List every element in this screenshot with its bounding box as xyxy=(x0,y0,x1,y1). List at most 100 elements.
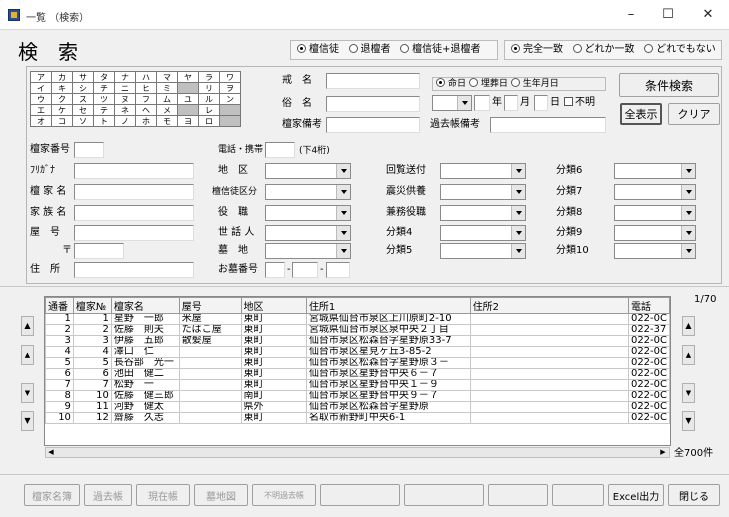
kana-button[interactable]: ト xyxy=(93,115,115,127)
column-header[interactable]: 地区 xyxy=(240,297,307,314)
table-row[interactable]: 5 5 長谷部 光一 東町 仙台市泉区松森台字星野原３－ 022-0C xyxy=(45,357,670,369)
tel-input[interactable] xyxy=(265,142,295,158)
kana-button[interactable]: ロ xyxy=(198,115,220,127)
bunrui10-select[interactable] xyxy=(614,243,696,259)
ohaka-no-input-2[interactable] xyxy=(292,262,318,278)
column-header[interactable]: 住所2 xyxy=(469,297,629,314)
yakushoku-select[interactable] xyxy=(265,205,351,221)
radio-meinichi[interactable]: 命日 xyxy=(436,78,466,89)
radio-both[interactable]: 檀信徒+退檀者 xyxy=(400,44,480,55)
column-header[interactable]: 電話 xyxy=(627,297,670,314)
danka-name-input[interactable] xyxy=(74,184,194,200)
right-next-button[interactable]: ▼ xyxy=(682,383,695,403)
kana-button[interactable]: オ xyxy=(30,115,52,127)
month-input[interactable] xyxy=(504,95,518,111)
first-page-button[interactable]: ▲ xyxy=(21,316,34,336)
kana-button[interactable]: サ xyxy=(72,71,94,83)
kana-button[interactable]: イ xyxy=(30,82,52,94)
kana-button[interactable]: ソ xyxy=(72,115,94,127)
radio-exact-match[interactable]: 完全一致 xyxy=(511,44,563,55)
bochizu-button[interactable]: 墓地図 xyxy=(194,484,248,506)
kaimyo-input[interactable] xyxy=(326,73,420,89)
kazoku-name-input[interactable] xyxy=(74,205,194,221)
show-all-button[interactable]: 全表示 xyxy=(620,103,662,125)
kana-button[interactable]: ユ xyxy=(177,93,199,105)
radio-taidansha[interactable]: 退檀者 xyxy=(348,44,391,55)
danka-biko-input[interactable] xyxy=(326,117,420,133)
kana-button[interactable]: ヒ xyxy=(135,82,157,94)
column-header[interactable]: 檀家名 xyxy=(110,297,180,314)
horizontal-scrollbar[interactable]: ◀ ▶ xyxy=(45,447,670,458)
genzaichou-button[interactable]: 現在帳 xyxy=(136,484,190,506)
chiku-select[interactable] xyxy=(265,163,351,179)
results-grid[interactable]: 通番 檀家№ 檀家名 屋号 地区 住所1 住所2 電話 1 1 星野 一郎 米屋 東町 宮城県仙台市泉区… xyxy=(44,296,671,446)
kana-button[interactable]: ン xyxy=(219,93,241,105)
kana-button[interactable]: モ xyxy=(156,115,178,127)
kairan-select[interactable] xyxy=(440,163,526,179)
yago-input[interactable] xyxy=(74,225,194,241)
radio-none-match[interactable]: どれでもない xyxy=(644,44,716,55)
blank-button-1[interactable] xyxy=(320,484,400,506)
kana-button[interactable]: ホ xyxy=(135,115,157,127)
year-input[interactable] xyxy=(474,95,490,111)
search-button[interactable]: 条件検索 xyxy=(619,73,719,97)
kana-button[interactable]: ナ xyxy=(114,71,136,83)
kenmu-select[interactable] xyxy=(440,205,526,221)
shinsai-select[interactable] xyxy=(440,184,526,200)
next-page-button[interactable]: ▼ xyxy=(21,383,34,403)
scroll-right-icon[interactable]: ▶ xyxy=(658,448,668,457)
kana-button[interactable]: ワ xyxy=(219,71,241,83)
bunrui8-select[interactable] xyxy=(614,205,696,221)
kana-button[interactable]: コ xyxy=(51,115,73,127)
danka-no-input[interactable] xyxy=(74,142,104,158)
column-header[interactable]: 檀家№ xyxy=(72,297,112,314)
kana-button[interactable]: マ xyxy=(156,71,178,83)
kana-button[interactable]: エ xyxy=(30,104,52,116)
table-row[interactable]: 9 11 河野 健太 県外 仙台市泉区松森台字星野原 022-0C xyxy=(45,401,670,413)
excel-export-button[interactable]: Excel出力 xyxy=(608,484,664,506)
table-row[interactable]: 1 1 星野 一郎 米屋 東町 宮城県仙台市泉区上川原町2-10 022-0C xyxy=(45,313,670,325)
kana-button[interactable]: ヤ xyxy=(177,71,199,83)
kana-button[interactable]: キ xyxy=(51,82,73,94)
kana-button[interactable]: フ xyxy=(135,93,157,105)
kana-button[interactable]: レ xyxy=(198,104,220,116)
kakochou-biko-input[interactable] xyxy=(490,117,606,133)
kana-button[interactable]: シ xyxy=(72,82,94,94)
kana-button[interactable]: ハ xyxy=(135,71,157,83)
kana-button[interactable]: ヌ xyxy=(114,93,136,105)
bunrui9-select[interactable] xyxy=(614,225,696,241)
right-last-button[interactable]: ▼ xyxy=(682,411,695,431)
kana-button[interactable]: ム xyxy=(156,93,178,105)
kana-button[interactable]: カ xyxy=(51,71,73,83)
kana-button[interactable]: リ xyxy=(198,82,220,94)
era-select[interactable] xyxy=(432,95,472,111)
scroll-left-icon[interactable]: ◀ xyxy=(46,448,56,457)
radio-birthday[interactable]: 生年月日 xyxy=(510,78,559,89)
kana-button[interactable]: ル xyxy=(198,93,220,105)
radio-danshinto[interactable]: 檀信徒 xyxy=(297,44,339,55)
table-row[interactable]: 2 2 佐藤 則夫 たばこ屋 東町 宮城県仙台市泉区泉中央２丁目 022-37 xyxy=(45,324,670,336)
table-row[interactable]: 6 6 池田 健二 東町 仙台市泉区星野台中央６－７ 022-0C xyxy=(45,368,670,380)
radio-maisoubi[interactable]: 埋葬日 xyxy=(468,78,508,89)
bunrui5-select[interactable] xyxy=(440,243,526,259)
column-header[interactable]: 通番 xyxy=(45,297,74,314)
kana-button[interactable]: ヨ xyxy=(177,115,199,127)
prev-page-button[interactable]: ▲ xyxy=(21,345,34,365)
danshinto-kubun-select[interactable] xyxy=(265,184,351,200)
column-header[interactable]: 住所1 xyxy=(305,297,471,314)
kana-button[interactable]: テ xyxy=(93,104,115,116)
danka-meibo-button[interactable]: 檀家名簿 xyxy=(24,484,80,506)
kana-button[interactable]: タ xyxy=(93,71,115,83)
kana-button[interactable]: ヲ xyxy=(219,82,241,94)
ohaka-no-input-3[interactable] xyxy=(326,262,350,278)
furigana-input[interactable] xyxy=(74,163,194,179)
kana-button[interactable]: チ xyxy=(93,82,115,94)
clear-button[interactable]: クリア xyxy=(668,103,720,125)
kana-button[interactable]: ニ xyxy=(114,82,136,94)
blank-button-2[interactable] xyxy=(404,484,484,506)
table-row[interactable]: 3 3 伊藤 五郎 散髪屋 東町 仙台市泉区松森台字星野原33-7 022-0C xyxy=(45,335,670,347)
close-icon[interactable]: ✕ xyxy=(693,6,723,24)
bunrui4-select[interactable] xyxy=(440,225,526,241)
kana-button[interactable]: ネ xyxy=(114,104,136,116)
ohaka-no-input-1[interactable] xyxy=(265,262,285,278)
